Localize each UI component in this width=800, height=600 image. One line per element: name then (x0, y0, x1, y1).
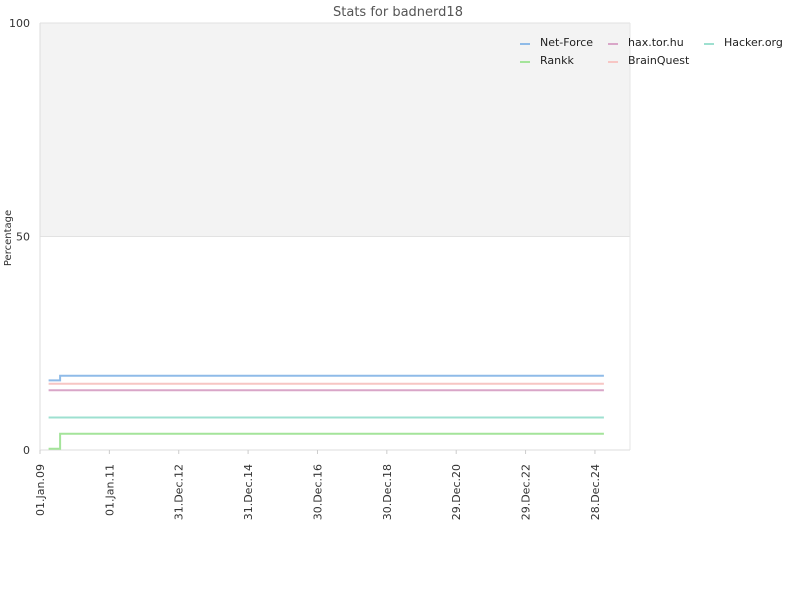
x-tick-label: 29.Dec.20 (450, 464, 463, 520)
y-tick-label: 0 (23, 444, 30, 457)
y-axis-label: Percentage (3, 210, 14, 266)
x-tick-label: 30.Dec.18 (381, 464, 394, 520)
x-tick-label: 29.Dec.22 (520, 464, 533, 520)
legend-label: BrainQuest (628, 54, 690, 67)
legend-label: Net-Force (540, 36, 593, 49)
y-tick-label: 100 (9, 17, 30, 30)
x-tick-label: 31.Dec.14 (242, 464, 255, 520)
x-tick-label: 31.Dec.12 (173, 464, 186, 520)
y-tick-label: 50 (16, 231, 30, 244)
legend-label: hax.tor.hu (628, 36, 684, 49)
x-tick-label: 01.Jan.09 (34, 464, 47, 516)
x-tick-label: 30.Dec.16 (311, 464, 324, 520)
chart: Stats for badnerd18 Percentage 0 50 100 01… (3, 5, 783, 520)
chart-title: Stats for badnerd18 (333, 5, 463, 20)
legend-label: Hacker.org (724, 36, 783, 49)
x-tick-label: 28.Dec.24 (589, 464, 602, 520)
x-tick-label: 01.Jan.11 (103, 464, 116, 516)
legend-label: Rankk (540, 54, 574, 67)
